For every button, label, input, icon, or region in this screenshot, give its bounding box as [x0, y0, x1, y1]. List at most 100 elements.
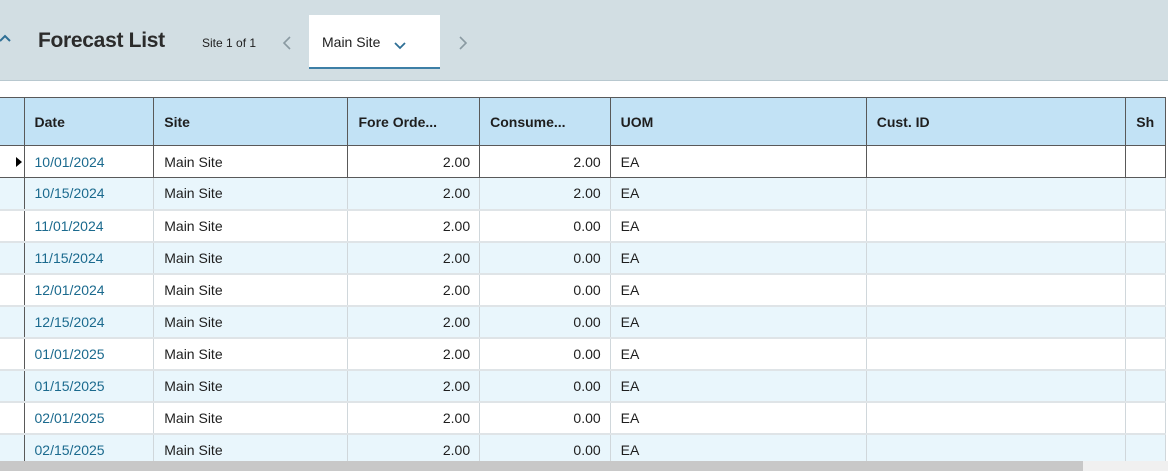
sh-cell	[1125, 401, 1166, 435]
row-selector-cell	[0, 241, 25, 275]
date-cell[interactable]: 01/01/2025	[24, 337, 155, 371]
date-cell[interactable]: 11/15/2024	[24, 241, 155, 275]
uom-cell: EA	[610, 209, 867, 243]
date-cell[interactable]: 01/15/2025	[24, 369, 155, 403]
table-row[interactable]: 11/01/2024 Main Site 2.00 0.00 EA	[0, 209, 1166, 243]
forecast-order-cell: 2.00	[347, 209, 481, 243]
table-row[interactable]: 10/15/2024 Main Site 2.00 2.00 EA	[0, 177, 1166, 211]
site-counter: Site 1 of 1	[202, 36, 257, 50]
sh-cell	[1125, 337, 1166, 371]
table-row[interactable]: 01/15/2025 Main Site 2.00 0.00 EA	[0, 369, 1166, 403]
cust-id-cell	[866, 369, 1127, 403]
chevron-down-icon	[393, 38, 407, 50]
forecast-order-cell: 2.00	[347, 145, 481, 178]
sh-cell	[1125, 305, 1166, 339]
consumed-cell: 0.00	[479, 337, 611, 371]
row-selector-cell	[0, 273, 25, 307]
forecast-order-cell: 2.00	[347, 273, 481, 307]
column-header-date[interactable]: Date	[23, 97, 155, 146]
site-cell: Main Site	[153, 209, 349, 243]
horizontal-scrollbar[interactable]	[0, 461, 1168, 471]
column-header-site[interactable]: Site	[153, 97, 349, 146]
table-row[interactable]: 02/01/2025 Main Site 2.00 0.00 EA	[0, 401, 1166, 435]
cust-id-cell	[866, 273, 1127, 307]
page-title: Forecast List	[38, 29, 165, 52]
date-cell[interactable]: 10/01/2024	[24, 145, 155, 178]
chevron-left-icon[interactable]	[280, 33, 294, 53]
date-cell[interactable]: 10/15/2024	[24, 177, 155, 211]
consumed-cell: 0.00	[479, 273, 611, 307]
consumed-cell: 0.00	[479, 401, 611, 435]
cust-id-cell	[866, 337, 1127, 371]
table-row[interactable]: 12/01/2024 Main Site 2.00 0.00 EA	[0, 273, 1166, 307]
cust-id-cell	[866, 209, 1127, 243]
row-selector-cell	[0, 177, 25, 211]
column-header-uom[interactable]: UOM	[609, 97, 867, 146]
uom-cell: EA	[610, 177, 867, 211]
current-row-pointer-icon	[15, 157, 22, 167]
forecast-order-cell: 2.00	[347, 369, 481, 403]
site-cell: Main Site	[153, 273, 349, 307]
uom-cell: EA	[610, 305, 867, 339]
table-row[interactable]: 01/01/2025 Main Site 2.00 0.00 EA	[0, 337, 1166, 371]
site-selector-dropdown[interactable]: Main Site	[309, 15, 440, 69]
consumed-cell: 0.00	[479, 209, 611, 243]
site-cell: Main Site	[153, 145, 349, 178]
date-cell[interactable]: 02/01/2025	[24, 401, 155, 435]
column-header-row: Date Site Fore Orde... Consume... UOM Cu…	[0, 97, 1166, 146]
row-selector-cell	[0, 337, 25, 371]
site-cell: Main Site	[153, 177, 349, 211]
uom-cell: EA	[610, 369, 867, 403]
site-selector-value: Main Site	[322, 34, 381, 50]
chevron-right-icon[interactable]	[456, 33, 470, 53]
consumed-cell: 0.00	[479, 241, 611, 275]
forecast-order-cell: 2.00	[347, 401, 481, 435]
date-cell[interactable]: 11/01/2024	[24, 209, 155, 243]
uom-cell: EA	[610, 145, 867, 178]
uom-cell: EA	[610, 273, 867, 307]
column-header-forecast-order[interactable]: Fore Orde...	[347, 97, 481, 146]
sh-cell	[1125, 273, 1166, 307]
uom-cell: EA	[610, 241, 867, 275]
forecast-order-cell: 2.00	[347, 305, 481, 339]
column-header-consumed[interactable]: Consume...	[479, 97, 611, 146]
date-cell[interactable]: 12/01/2024	[24, 273, 155, 307]
horizontal-scrollbar-thumb[interactable]	[0, 461, 1083, 471]
consumed-cell: 2.00	[479, 145, 611, 178]
consumed-cell: 2.00	[479, 177, 611, 211]
sh-cell	[1125, 369, 1166, 403]
forecast-list-header: Forecast List Site 1 of 1 Main Site	[0, 0, 1168, 81]
cust-id-cell	[866, 145, 1127, 178]
row-selector-cell	[0, 401, 25, 435]
forecast-grid: Date Site Fore Orde... Consume... UOM Cu…	[0, 97, 1166, 467]
sh-cell	[1125, 241, 1166, 275]
cust-id-cell	[866, 401, 1127, 435]
consumed-cell: 0.00	[479, 369, 611, 403]
column-header-cust-id[interactable]: Cust. ID	[865, 97, 1127, 146]
row-selector-cell	[0, 145, 25, 178]
row-selector-cell	[0, 209, 25, 243]
table-row[interactable]: 12/15/2024 Main Site 2.00 0.00 EA	[0, 305, 1166, 339]
forecast-order-cell: 2.00	[347, 241, 481, 275]
column-header-sh[interactable]: Sh	[1125, 97, 1166, 146]
site-cell: Main Site	[153, 401, 349, 435]
row-selector-cell	[0, 305, 25, 339]
site-cell: Main Site	[153, 241, 349, 275]
sh-cell	[1125, 145, 1166, 178]
consumed-cell: 0.00	[479, 305, 611, 339]
site-cell: Main Site	[153, 369, 349, 403]
table-row[interactable]: 11/15/2024 Main Site 2.00 0.00 EA	[0, 241, 1166, 275]
cust-id-cell	[866, 241, 1127, 275]
row-selector-cell	[0, 369, 25, 403]
table-row[interactable]: 10/01/2024 Main Site 2.00 2.00 EA	[0, 145, 1166, 178]
chevron-up-icon[interactable]	[0, 30, 13, 48]
forecast-order-cell: 2.00	[347, 177, 481, 211]
site-cell: Main Site	[153, 337, 349, 371]
sh-cell	[1125, 209, 1166, 243]
uom-cell: EA	[610, 337, 867, 371]
uom-cell: EA	[610, 401, 867, 435]
cust-id-cell	[866, 305, 1127, 339]
sh-cell	[1125, 177, 1166, 211]
date-cell[interactable]: 12/15/2024	[24, 305, 155, 339]
site-cell: Main Site	[153, 305, 349, 339]
